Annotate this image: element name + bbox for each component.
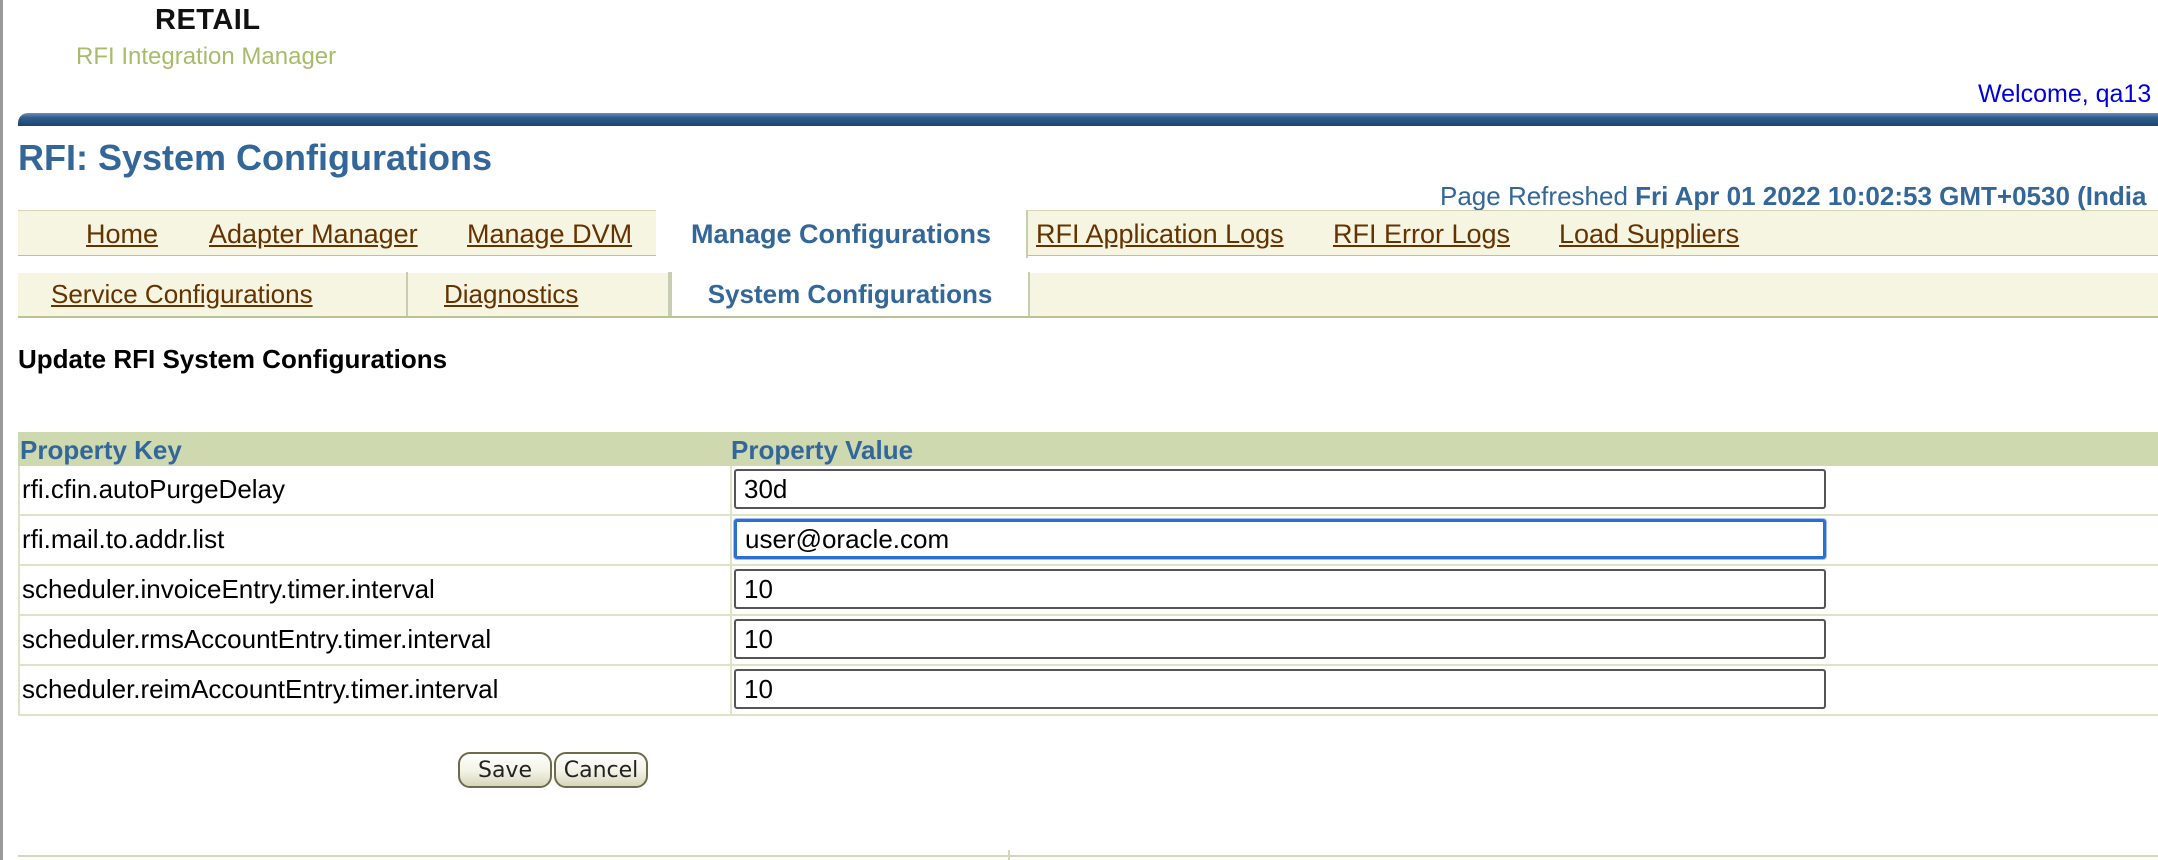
cancel-button[interactable]: Cancel — [554, 752, 648, 788]
property-key: rfi.mail.to.addr.list — [22, 524, 225, 554]
page-title: RFI: System Configurations — [18, 137, 493, 178]
column-divider — [730, 666, 732, 714]
subtab-system-configurations-label: System Configurations — [707, 278, 993, 309]
product-name: RFI Integration Manager — [76, 43, 337, 70]
page-refreshed-label: Page Refreshed — [1440, 181, 1628, 211]
subtab-service-configurations-label: Service Configurations — [51, 278, 313, 309]
tab-manage-dvm[interactable]: Manage DVM — [467, 219, 632, 250]
property-value-input[interactable] — [734, 619, 1826, 659]
column-divider — [730, 616, 732, 664]
tab-adapter-manager[interactable]: Adapter Manager — [209, 219, 418, 250]
tab-home[interactable]: Home — [86, 219, 158, 250]
tab-manage-configurations[interactable]: Manage Configurations — [656, 210, 1028, 258]
table-row: scheduler.invoiceEntry.timer.interval — [18, 566, 2158, 616]
window-left-edge — [0, 0, 3, 860]
property-table: Property Key Property Value rfi.cfin.aut… — [18, 432, 2158, 716]
column-divider — [730, 566, 732, 614]
subtab-system-configurations[interactable]: System Configurations — [670, 272, 1030, 316]
tab-rfi-error-logs[interactable]: RFI Error Logs — [1333, 219, 1510, 250]
table-row: rfi.cfin.autoPurgeDelay — [18, 466, 2158, 516]
brand-logo: RETAIL — [155, 4, 261, 36]
column-divider — [730, 516, 732, 564]
property-key: rfi.cfin.autoPurgeDelay — [22, 474, 286, 504]
property-value-input[interactable] — [734, 669, 1826, 709]
subtab-diagnostics-label: Diagnostics — [444, 278, 579, 309]
column-divider — [730, 466, 732, 514]
tab-rfi-application-logs[interactable]: RFI Application Logs — [1036, 219, 1284, 250]
property-key: scheduler.reimAccountEntry.timer.interva… — [22, 674, 499, 704]
sub-tab-bar: Service Configurations Diagnostics Syste… — [18, 272, 2158, 318]
table-row: scheduler.reimAccountEntry.timer.interva… — [18, 666, 2158, 716]
page-refreshed-value: Fri Apr 01 2022 10:02:53 GMT+0530 (India — [1635, 181, 2147, 211]
property-value-input[interactable] — [734, 519, 1826, 559]
section-heading: Update RFI System Configurations — [18, 344, 448, 374]
table-row: rfi.mail.to.addr.list — [18, 516, 2158, 566]
welcome-message: Welcome, qa13 — [1978, 80, 2152, 108]
property-key: scheduler.invoiceEntry.timer.interval — [22, 574, 435, 604]
column-header-property-key: Property Key — [20, 435, 182, 465]
brand-bar — [18, 113, 2158, 126]
tab-load-suppliers[interactable]: Load Suppliers — [1559, 219, 1739, 250]
table-header-row: Property Key Property Value — [18, 432, 2158, 466]
footer-divider-tick — [1008, 850, 1010, 860]
property-key: scheduler.rmsAccountEntry.timer.interval — [22, 624, 492, 654]
property-value-input[interactable] — [734, 469, 1826, 509]
column-header-property-value: Property Value — [731, 435, 914, 465]
property-value-input[interactable] — [734, 569, 1826, 609]
subtab-diagnostics[interactable]: Diagnostics — [408, 272, 670, 316]
global-tab-bar: Home Adapter Manager Manage DVM Manage C… — [18, 210, 2158, 258]
footer-divider — [18, 855, 2158, 857]
table-row: scheduler.rmsAccountEntry.timer.interval — [18, 616, 2158, 666]
subtab-service-configurations[interactable]: Service Configurations — [18, 272, 408, 316]
save-button[interactable]: Save — [458, 752, 552, 788]
page-refreshed: Page Refreshed Fri Apr 01 2022 10:02:53 … — [1440, 181, 2146, 212]
